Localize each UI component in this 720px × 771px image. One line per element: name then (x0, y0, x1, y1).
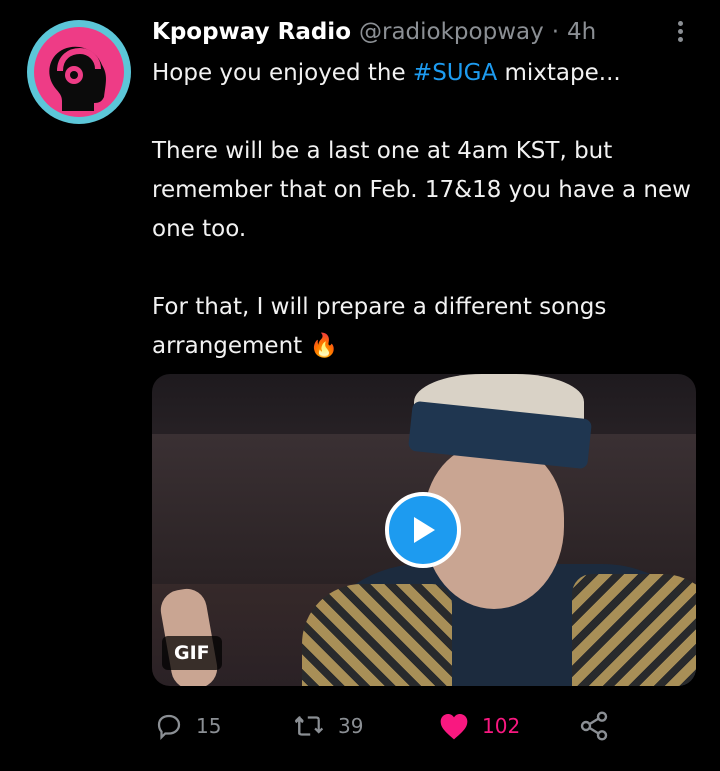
text-segment: For that, I will prepare a different son… (152, 294, 607, 359)
media-figure-embroidery-left (302, 584, 452, 686)
tweet-paragraph-2: There will be a last one at 4am KST, but… (152, 138, 691, 242)
tweet-line-1: Hope you enjoyed the #SUGA mixtape... (152, 54, 692, 93)
retweet-button[interactable]: 39 (292, 704, 363, 748)
heart-icon (440, 714, 468, 740)
author-name[interactable]: Kpopway Radio (152, 19, 351, 45)
author-handle[interactable]: @radiokpopway (359, 19, 544, 45)
reply-count: 15 (196, 714, 222, 738)
text-segment: Hope you enjoyed the (152, 60, 413, 86)
more-dot (677, 21, 683, 26)
fire-emoji: 🔥 (309, 333, 339, 359)
play-icon (414, 517, 435, 543)
gif-media[interactable]: GIF (152, 374, 696, 686)
headphone-head-icon (49, 46, 106, 112)
retweet-count: 39 (338, 714, 364, 738)
more-options-button[interactable] (670, 18, 690, 48)
separator-dot: · (551, 19, 560, 45)
avatar[interactable] (27, 20, 131, 124)
gif-badge: GIF (162, 636, 222, 670)
tweet-actions: 15 39 102 (152, 704, 692, 748)
like-button[interactable]: 102 (438, 704, 520, 748)
tweet-paragraph-3: For that, I will prepare a different son… (152, 288, 692, 366)
timestamp[interactable]: 4h (567, 19, 596, 45)
retweet-icon (294, 715, 324, 736)
share-icon (580, 711, 608, 741)
share-button[interactable] (578, 704, 610, 748)
play-button[interactable] (385, 492, 461, 568)
tweet-header: Kpopway Radio @radiokpopway · 4h (152, 14, 596, 50)
like-count: 102 (482, 714, 521, 738)
media-figure-embroidery-right (572, 574, 696, 686)
text-segment: mixtape... (497, 60, 621, 86)
more-dot (677, 29, 683, 34)
reply-icon (157, 714, 181, 740)
hashtag-link[interactable]: #SUGA (413, 60, 497, 86)
more-dot (677, 37, 683, 42)
tweet-text: Hope you enjoyed the #SUGA mixtape... Th… (152, 54, 692, 366)
reply-button[interactable]: 15 (154, 704, 221, 748)
